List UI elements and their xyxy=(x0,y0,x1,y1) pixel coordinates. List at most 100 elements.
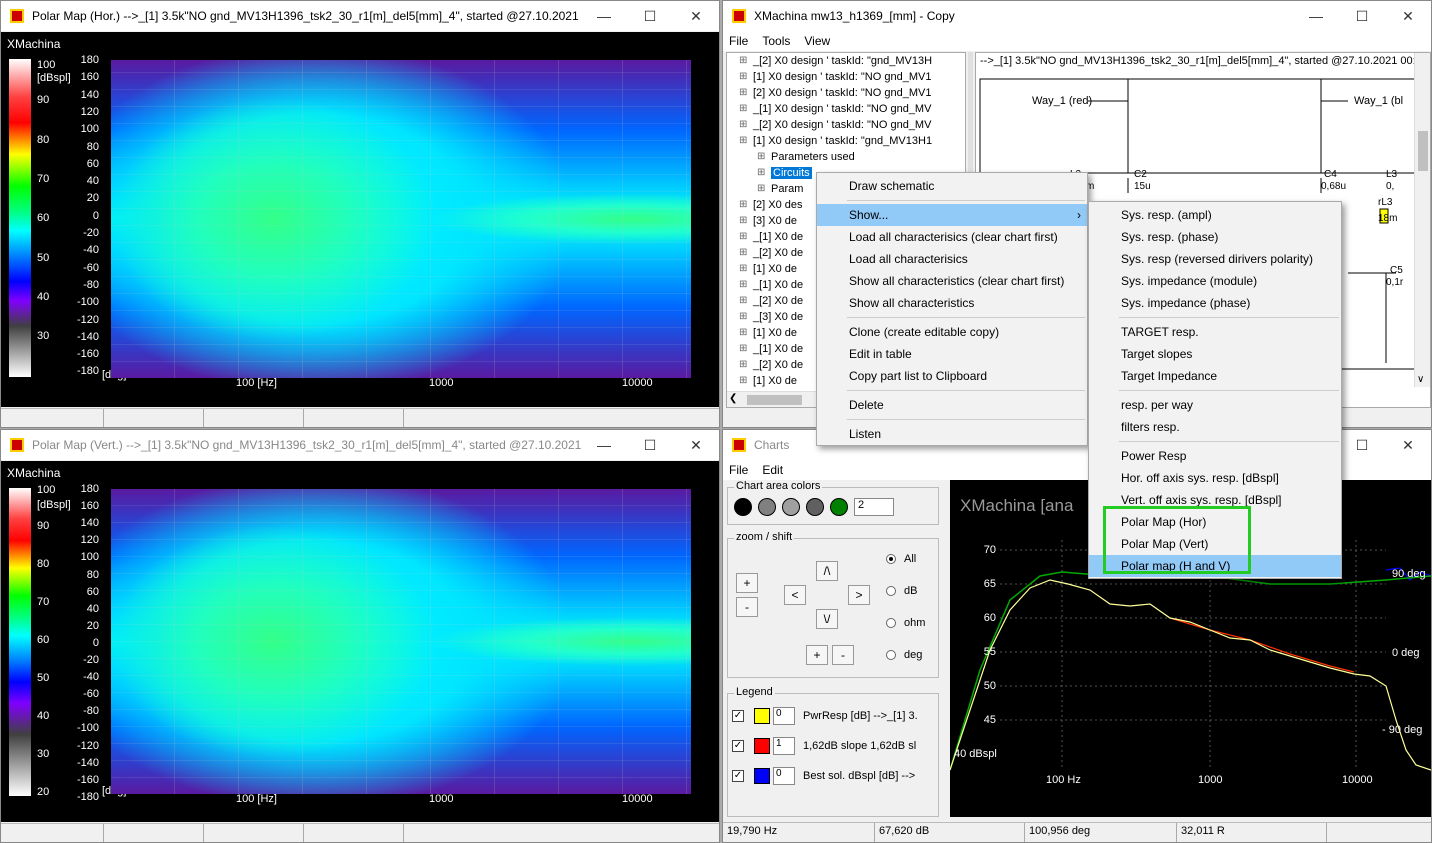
tree-item[interactable]: ⊞ Parameters used xyxy=(731,149,932,165)
radio-ohm[interactable]: ohm xyxy=(886,617,925,629)
submenu-item-power-resp[interactable]: Power Resp xyxy=(1089,445,1341,467)
polar-map-vert-titlebar[interactable]: Polar Map (Vert.) -->_[1] 3.5k"NO gnd_MV… xyxy=(1,430,719,460)
zoom-out-button[interactable]: - xyxy=(736,597,758,617)
submenu-item-target-resp[interactable]: TARGET resp. xyxy=(1089,321,1341,343)
area-count-spinner[interactable]: 2 xyxy=(854,498,894,516)
menu-item-load-all[interactable]: Load all characterisics xyxy=(817,248,1087,270)
main-titlebar[interactable]: XMachina mw13_h1369_[mm] - Copy — ☐ ✕ xyxy=(723,1,1431,31)
area-color-swatch[interactable] xyxy=(806,498,824,516)
shift-up-button[interactable]: /\ xyxy=(816,561,838,581)
menu-item-draw-schematic[interactable]: Draw schematic xyxy=(817,175,1087,197)
menu-edit[interactable]: Edit xyxy=(762,463,783,477)
expand-icon[interactable]: ⊞ xyxy=(739,53,747,69)
radio-all[interactable]: All xyxy=(886,553,916,565)
legend-swatch[interactable] xyxy=(754,708,770,724)
area-color-swatch[interactable] xyxy=(758,498,776,516)
expand-icon[interactable]: ⊞ xyxy=(757,165,765,181)
expand-icon[interactable]: ⊞ xyxy=(739,245,747,261)
maximize-icon[interactable]: ☐ xyxy=(627,437,673,454)
legend-swatch[interactable] xyxy=(754,738,770,754)
menu-item-edit-table[interactable]: Edit in table xyxy=(817,343,1087,365)
checkbox[interactable]: ✓ xyxy=(732,740,744,752)
checkbox[interactable]: ✓ xyxy=(732,770,744,782)
scroll-thumb[interactable] xyxy=(747,395,802,405)
submenu-item-target-impedance[interactable]: Target Impedance xyxy=(1089,365,1341,387)
expand-icon[interactable]: ⊞ xyxy=(739,277,747,293)
submenu-item-target-slopes[interactable]: Target slopes xyxy=(1089,343,1341,365)
submenu-item-hor-off-axis[interactable]: Hor. off axis sys. resp. [dBspl] xyxy=(1089,467,1341,489)
submenu-item-resp-per-way[interactable]: resp. per way xyxy=(1089,394,1341,416)
close-icon[interactable]: ✕ xyxy=(1385,8,1431,25)
menu-tools[interactable]: Tools xyxy=(762,34,790,48)
expand-icon[interactable]: ⊞ xyxy=(739,309,747,325)
submenu-item-sys-resp-ampl[interactable]: Sys. resp. (ampl) xyxy=(1089,204,1341,226)
expand-icon[interactable]: ⊞ xyxy=(739,213,747,229)
menu-item-load-all-clear[interactable]: Load all characterisics (clear chart fir… xyxy=(817,226,1087,248)
minimize-icon[interactable]: — xyxy=(581,437,627,453)
scroll-thumb[interactable] xyxy=(1418,131,1428,171)
submenu-item-sys-impedance-phase[interactable]: Sys. impedance (phase) xyxy=(1089,292,1341,314)
area-color-swatch[interactable] xyxy=(830,498,848,516)
zoom-in-button[interactable]: + xyxy=(736,573,758,593)
expand-icon[interactable]: ⊞ xyxy=(739,85,747,101)
polar-map-hor-plot[interactable]: XMachina 100 [dBspl] 90 80 70 60 50 40 3… xyxy=(1,32,719,407)
expand-icon[interactable]: ⊞ xyxy=(739,293,747,309)
expand-icon[interactable]: ⊞ xyxy=(739,357,747,373)
area-color-swatch[interactable] xyxy=(782,498,800,516)
menu-item-show-all[interactable]: Show all characteristics xyxy=(817,292,1087,314)
expand-icon[interactable]: ⊞ xyxy=(739,69,747,85)
legend-number[interactable]: 0 xyxy=(773,767,795,785)
area-color-swatch[interactable] xyxy=(734,498,752,516)
legend-number[interactable]: 1 xyxy=(773,737,795,755)
checkbox[interactable]: ✓ xyxy=(732,710,744,722)
scroll-down-icon[interactable]: ∨ xyxy=(1417,374,1424,385)
submenu-item-sys-resp-reversed[interactable]: Sys. resp (reversed dirivers polarity) xyxy=(1089,248,1341,270)
menu-file[interactable]: File xyxy=(729,34,748,48)
expand-icon[interactable]: ⊞ xyxy=(739,117,747,133)
legend-row[interactable]: ✓ 1 1,62dB slope 1,62dB sl xyxy=(732,734,916,758)
close-icon[interactable]: ✕ xyxy=(1385,437,1431,454)
maximize-icon[interactable]: ☐ xyxy=(1339,437,1385,454)
legend-row[interactable]: ✓ 0 Best sol. dBspl [dB] --> xyxy=(732,764,915,788)
expand-icon[interactable]: ⊞ xyxy=(739,229,747,245)
legend-swatch[interactable] xyxy=(754,768,770,784)
submenu-item-filters-resp[interactable]: filters resp. xyxy=(1089,416,1341,438)
menu-file[interactable]: File xyxy=(729,463,748,477)
expand-icon[interactable]: ⊞ xyxy=(739,197,747,213)
shift-left-button[interactable]: < xyxy=(784,585,806,605)
zoom-minus-small-button[interactable]: - xyxy=(832,645,854,665)
expand-icon[interactable]: ⊞ xyxy=(739,325,747,341)
menu-item-show-all-clear[interactable]: Show all characteristics (clear chart fi… xyxy=(817,270,1087,292)
expand-icon[interactable]: ⊞ xyxy=(739,373,747,389)
menu-item-listen[interactable]: Listen xyxy=(817,423,1087,445)
maximize-icon[interactable]: ☐ xyxy=(1339,8,1385,25)
close-icon[interactable]: ✕ xyxy=(673,8,719,25)
schematic-vertical-scrollbar[interactable]: ∨ xyxy=(1414,53,1430,387)
shift-down-button[interactable]: \/ xyxy=(816,609,838,629)
radio-deg[interactable]: deg xyxy=(886,649,922,661)
submenu-item-sys-resp-phase[interactable]: Sys. resp. (phase) xyxy=(1089,226,1341,248)
expand-icon[interactable]: ⊞ xyxy=(739,133,747,149)
scroll-left-icon[interactable]: ❮ xyxy=(729,393,737,404)
shift-right-button[interactable]: > xyxy=(848,585,870,605)
submenu-item-sys-impedance-module[interactable]: Sys. impedance (module) xyxy=(1089,270,1341,292)
zoom-plus-small-button[interactable]: + xyxy=(806,645,828,665)
radio-db[interactable]: dB xyxy=(886,585,917,597)
menu-item-delete[interactable]: Delete xyxy=(817,394,1087,416)
legend-row[interactable]: ✓ 0 PwrResp [dB] -->_[1] 3. xyxy=(732,704,918,728)
minimize-icon[interactable]: — xyxy=(581,8,627,24)
tree-item[interactable]: ⊞ _[2] X0 design ' taskId: "gnd_MV13H xyxy=(731,53,932,69)
tree-item[interactable]: ⊞ [2] X0 design ' taskId: "NO gnd_MV1 xyxy=(731,85,932,101)
minimize-icon[interactable]: — xyxy=(1293,8,1339,24)
expand-icon[interactable]: ⊞ xyxy=(757,149,765,165)
menu-item-show[interactable]: Show... › xyxy=(817,204,1087,226)
polar-map-vert-plot[interactable]: XMachina 100 [dBspl] 90 80 70 60 50 40 3… xyxy=(1,461,719,822)
menu-item-copy-part-list[interactable]: Copy part list to Clipboard xyxy=(817,365,1087,387)
polar-map-hor-titlebar[interactable]: Polar Map (Hor.) -->_[1] 3.5k"NO gnd_MV1… xyxy=(1,1,719,31)
menu-view[interactable]: View xyxy=(804,34,830,48)
tree-item[interactable]: ⊞ [1] X0 design ' taskId: "gnd_MV13H1 xyxy=(731,133,932,149)
expand-icon[interactable]: ⊞ xyxy=(757,181,765,197)
tree-item[interactable]: ⊞ _[1] X0 design ' taskId: "NO gnd_MV xyxy=(731,101,932,117)
menu-item-clone[interactable]: Clone (create editable copy) xyxy=(817,321,1087,343)
legend-number[interactable]: 0 xyxy=(773,707,795,725)
